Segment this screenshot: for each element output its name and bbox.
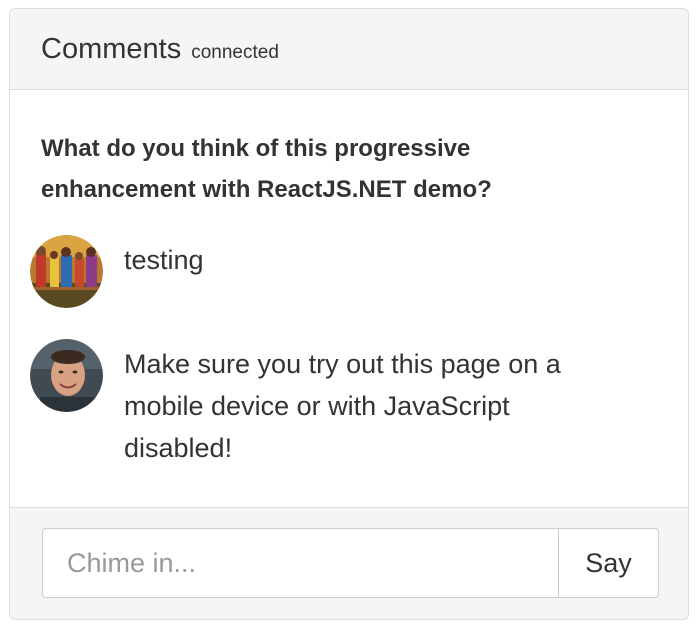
panel-body: What do you think of this progressive en…: [10, 90, 688, 507]
comment-text: testing: [124, 245, 204, 275]
comment-input[interactable]: [42, 528, 558, 598]
connection-status: connected: [191, 42, 279, 63]
discussion-question: What do you think of this progressive en…: [41, 135, 492, 203]
comment-item: Make sure you try out this page on a mob…: [30, 339, 624, 469]
user-avatar-photo-group-icon: [30, 235, 103, 308]
panel-footer: Say: [10, 507, 688, 619]
panel-heading: Comments connected: [10, 9, 688, 90]
user-avatar-photo-man-icon: [30, 339, 103, 412]
comment-text: Make sure you try out this page on a mob…: [124, 349, 561, 463]
comment-item: testing: [30, 235, 624, 308]
panel-title: Comments: [41, 33, 182, 65]
comment-form: Say: [42, 528, 659, 598]
comments-panel: Comments connected What do you think of …: [9, 8, 689, 620]
say-button[interactable]: Say: [558, 528, 659, 598]
